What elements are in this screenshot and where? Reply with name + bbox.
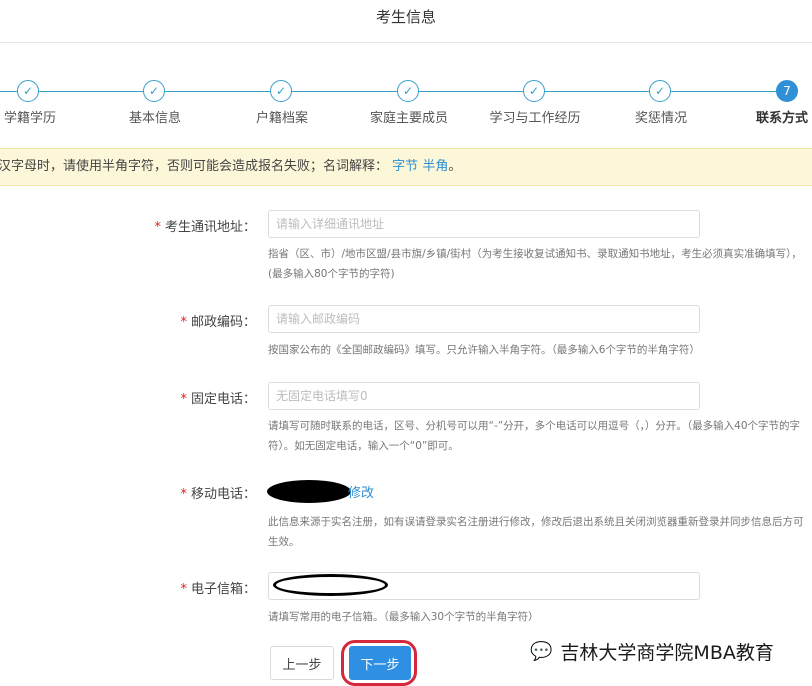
required-mark: * xyxy=(154,220,161,235)
required-mark: * xyxy=(180,392,187,407)
mobile-modify-link[interactable]: 修改 xyxy=(348,482,374,501)
page-title: 考生信息 xyxy=(0,0,812,43)
required-mark: * xyxy=(180,315,187,330)
mobile-help: 此信息来源于实名注册，如有误请登录实名注册进行修改，修改后退出系统且关闭浏览器重… xyxy=(268,516,804,548)
required-mark: * xyxy=(180,487,187,502)
mobile-redaction xyxy=(267,480,351,503)
step-5-label: 学习与工作经历 xyxy=(489,111,581,126)
prev-step-button[interactable]: 上一步 xyxy=(270,646,334,680)
address-input[interactable] xyxy=(268,210,700,238)
postcode-help: 按国家公布的《全国邮政编码》填写。只允许输入半角字符。（最多输入6个字节的半角字… xyxy=(268,344,700,356)
step-4-check-icon: ✓ xyxy=(397,80,419,102)
email-help: 请填写常用的电子信箱。（最多输入30个字节的半角字符） xyxy=(268,611,539,623)
notice-bar: 汉字母时，请使用半角字符，否则可能会造成报名失败；名词解释： 字节 半角。 xyxy=(0,148,812,186)
term-halfwidth-link[interactable]: 半角 xyxy=(422,159,448,174)
step-2-label: 基本信息 xyxy=(128,111,181,126)
notice-text: 汉字母时，请使用半角字符，否则可能会造成报名失败；名词解释： xyxy=(0,159,389,174)
steps-connector xyxy=(0,91,790,92)
step-3-check-icon: ✓ xyxy=(270,80,292,102)
required-mark: * xyxy=(180,582,187,597)
step-1-check-icon: ✓ xyxy=(17,80,39,102)
postcode-input[interactable] xyxy=(268,305,700,333)
landline-label: * 固定电话： xyxy=(180,392,256,407)
progress-steps: ✓ 学籍学历 ✓ 基本信息 ✓ 户籍档案 ✓ 家庭主要成员 ✓ 学习与工作经历 … xyxy=(0,80,812,130)
mobile-label: * 移动电话： xyxy=(180,487,256,502)
step-7-current-icon: 7 xyxy=(776,80,798,102)
landline-help: 请填写可随时联系的电话，区号、分机号可以用“-”分开，多个电话可以用逗号（，）分… xyxy=(268,420,801,452)
next-step-button[interactable]: 下一步 xyxy=(349,646,411,680)
landline-input[interactable] xyxy=(268,382,700,410)
postcode-label: * 邮政编码： xyxy=(180,315,256,330)
wechat-icon: 💬 xyxy=(530,641,553,662)
address-help: 指省（区、市）/地市区盟/县市旗/乡镇/街村（为考生接收复试通知书、录取通知书地… xyxy=(268,248,802,280)
email-redaction xyxy=(273,574,388,596)
notice-end: 。 xyxy=(448,159,462,174)
email-label: * 电子信箱： xyxy=(180,582,256,597)
step-6-check-icon: ✓ xyxy=(649,80,671,102)
step-7-label: 联系方式 xyxy=(755,111,808,126)
term-bytes-link[interactable]: 字节 xyxy=(392,159,418,174)
step-4-label: 家庭主要成员 xyxy=(369,111,448,126)
step-3-label: 户籍档案 xyxy=(255,111,308,126)
step-2-check-icon: ✓ xyxy=(143,80,165,102)
watermark-text: 吉林大学商学院MBA教育 xyxy=(560,642,774,664)
step-6-label: 奖惩情况 xyxy=(634,111,687,126)
address-label: * 考生通讯地址： xyxy=(154,220,256,235)
step-5-check-icon: ✓ xyxy=(523,80,545,102)
watermark: 💬 吉林大学商学院MBA教育 xyxy=(530,638,774,665)
